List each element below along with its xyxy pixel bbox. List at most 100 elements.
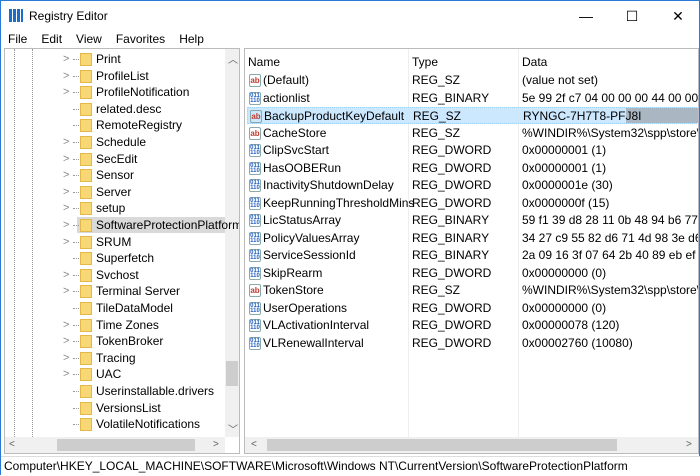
tree-hscroll-thumb[interactable] (57, 439, 195, 451)
scroll-left-icon[interactable]: < (251, 439, 257, 450)
tree-item-label: Userinstallable.drivers (96, 384, 215, 398)
tree-item[interactable]: > Tracing (5, 350, 225, 366)
menu-favorites[interactable]: Favorites (109, 31, 172, 48)
expand-chevron-icon[interactable]: > (63, 68, 69, 84)
binary-value-icon: 011 110 (249, 249, 261, 262)
value-name: ClipSvcStart (263, 143, 330, 157)
tree-horizontal-scrollbar[interactable]: < > (5, 437, 225, 453)
values-list-pane[interactable]: Name Type Data < > ab (Default) REG_SZ (val… (244, 48, 699, 454)
tree-item[interactable]: > Schedule (5, 134, 225, 150)
expand-chevron-icon[interactable]: > (63, 84, 69, 100)
tree-item-label: VolatileNotifications (96, 417, 201, 432)
minimize-button[interactable]: — (563, 1, 609, 31)
tree-item[interactable]: Userinstallable.drivers (5, 383, 225, 399)
tree-item[interactable]: RemoteRegistry (5, 117, 225, 133)
tree-connector (73, 374, 79, 376)
tree-item-label: ProfileNotification (96, 85, 190, 100)
value-data: 34 27 c9 55 82 d6 71 4d 98 3e d6 ec 3f (522, 230, 698, 245)
tree-item[interactable]: > Svchost (5, 267, 225, 283)
tree-item[interactable]: > TokenBroker (5, 333, 225, 349)
menu-help[interactable]: Help (172, 31, 211, 48)
tree-item[interactable]: > SecEdit (5, 151, 225, 167)
scroll-up-icon[interactable]: ︿ (228, 51, 238, 66)
tree-connector (73, 241, 79, 243)
column-header-data[interactable]: Data (522, 54, 547, 71)
tree-item[interactable]: > ProfileList (5, 68, 225, 84)
value-row[interactable]: 011 110 HasOOBERun REG_DWORD 0x00000001 (1) (247, 160, 697, 177)
expand-chevron-icon[interactable]: > (63, 134, 69, 150)
binary-value-icon: 011 110 (249, 336, 261, 350)
tree-item[interactable]: > ProfileNotification (5, 84, 225, 100)
value-row[interactable]: 011 110 actionlist REG_BINARY 5e 99 2f c7 04… (247, 90, 698, 107)
folder-icon (80, 219, 92, 232)
expand-chevron-icon[interactable]: > (63, 51, 69, 67)
close-button[interactable]: ✕ (655, 1, 700, 31)
value-row[interactable]: 011 110 PolicyValuesArray REG_BINARY 34 27 c… (247, 230, 698, 247)
scroll-down-icon[interactable]: ﹀ (228, 421, 238, 436)
binary-value-icon: 011 110 (249, 214, 261, 227)
expand-chevron-icon[interactable]: > (63, 217, 69, 233)
menu-edit[interactable]: Edit (34, 31, 69, 48)
value-row[interactable]: 011 110 ClipSvcStart REG_DWORD 0x00000001 (1… (247, 142, 697, 159)
value-row[interactable]: 011 110 ServiceSessionId REG_BINARY 2a 09 16… (247, 247, 698, 264)
tree-item[interactable]: related.desc (5, 101, 225, 117)
tree-item[interactable]: > SRUM (5, 234, 225, 250)
expand-chevron-icon[interactable]: > (63, 350, 69, 366)
tree-item[interactable]: > SoftwareProtectionPlatform (5, 217, 239, 233)
menu-view[interactable]: View (69, 31, 109, 48)
maximize-button[interactable]: ☐ (609, 1, 655, 31)
value-row[interactable]: 011 110 UserOperations REG_DWORD 0x00000000 … (247, 300, 697, 317)
value-row[interactable]: 011 110 VLActivationInterval REG_DWORD 0x000… (247, 317, 697, 334)
expand-chevron-icon[interactable]: > (63, 366, 69, 382)
tree-item[interactable]: > Server (5, 184, 225, 200)
value-row[interactable]: 011 110 VLRenewalInterval REG_DWORD 0x000027… (247, 335, 697, 352)
column-header-type[interactable]: Type (412, 54, 438, 71)
expand-chevron-icon[interactable]: > (63, 283, 69, 299)
menu-file[interactable]: File (1, 31, 34, 48)
value-row[interactable]: ab (Default) REG_SZ (value not set) (247, 72, 697, 89)
tree-item[interactable]: > Print (5, 51, 225, 67)
value-row[interactable]: 011 110 KeepRunningThresholdMins REG_DWORD 0… (247, 195, 697, 212)
scroll-left-icon[interactable]: < (9, 439, 15, 450)
scroll-right-icon[interactable]: > (213, 439, 219, 450)
tree-item[interactable]: > UAC (5, 366, 225, 382)
menu-bar: File Edit View Favorites Help (1, 31, 211, 48)
expand-chevron-icon[interactable]: > (63, 200, 69, 216)
expand-chevron-icon[interactable]: > (63, 151, 69, 167)
expand-chevron-icon[interactable]: > (63, 234, 69, 250)
tree-item[interactable]: > setup (5, 200, 225, 216)
tree-connector (73, 357, 79, 359)
tree-item-label: Print (96, 52, 121, 66)
tree-vscroll-thumb[interactable] (226, 361, 238, 386)
tree-vertical-scrollbar[interactable]: ︿ ﹀ (225, 49, 239, 437)
tree-item[interactable]: > Time Zones (5, 317, 225, 333)
expand-chevron-icon[interactable]: > (63, 267, 69, 283)
value-type: REG_SZ (412, 283, 461, 297)
expand-chevron-icon[interactable]: > (63, 317, 69, 333)
expand-chevron-icon[interactable]: > (63, 167, 69, 183)
value-row[interactable]: ab BackupProductKeyDefault REG_SZ RYNGC-7H7… (247, 107, 698, 124)
tree-item-label: Schedule (96, 135, 147, 149)
value-name: InactivityShutdownDelay (263, 178, 394, 192)
value-data: RYNGC-7H7T8-PFJ8I (523, 109, 642, 123)
tree-item[interactable]: Superfetch (5, 250, 225, 266)
value-row[interactable]: 011 110 SkipRearm REG_DWORD 0x00000000 (0) (247, 265, 697, 282)
value-row[interactable]: ab CacheStore REG_SZ %WINDIR%\System32\spp\… (247, 125, 698, 142)
scroll-right-icon[interactable]: > (686, 439, 692, 450)
list-horizontal-scrollbar[interactable]: < > (245, 437, 698, 453)
column-header-name[interactable]: Name (248, 54, 280, 71)
value-type: REG_DWORD (412, 335, 492, 350)
tree-item[interactable]: > Sensor (5, 167, 225, 183)
tree-item[interactable]: > Terminal Server (5, 283, 225, 299)
tree-item[interactable]: VersionsList (5, 400, 225, 416)
tree-item[interactable]: VolatileNotifications (5, 416, 225, 432)
key-tree-pane[interactable]: ︿ ﹀ < > > Print > ProfileList > ProfileNotifi… (4, 48, 240, 454)
list-hscroll-thumb[interactable] (267, 439, 617, 451)
expand-chevron-icon[interactable]: > (63, 333, 69, 349)
value-row[interactable]: ab TokenStore REG_SZ %WINDIR%\System32\spp\… (247, 282, 698, 299)
tree-item[interactable]: TileDataModel (5, 300, 225, 316)
value-row[interactable]: 011 110 InactivityShutdownDelay REG_DWORD 0x… (247, 177, 697, 194)
title-bar: Registry Editor — ☐ ✕ (1, 1, 700, 31)
value-row[interactable]: 011 110 LicStatusArray REG_BINARY 59 f1 39 d… (247, 212, 698, 229)
expand-chevron-icon[interactable]: > (63, 184, 69, 200)
